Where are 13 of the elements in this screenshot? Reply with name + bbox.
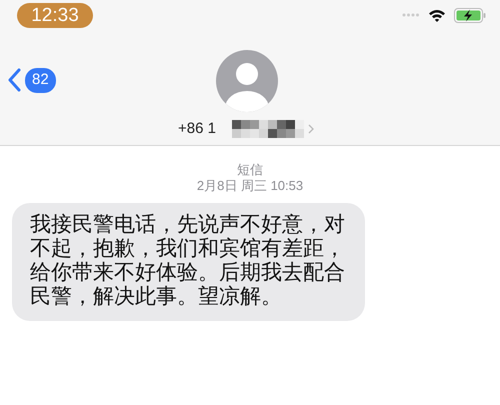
message-service-label: 短信 <box>236 162 264 178</box>
status-time: 12:33 <box>17 2 93 28</box>
message-bubble: 我接民警电话，先说声不好意，对不起，抱歉，我们和宾馆有差距，给你带来不好体验。后期我去配合民警，解决此事。望凉解。 <box>12 202 365 320</box>
back-chevron-icon <box>8 68 21 92</box>
contact-number[interactable]: +86 1 <box>178 118 216 140</box>
wifi-icon <box>428 8 446 22</box>
chevron-right-icon <box>308 124 314 134</box>
signal-icon <box>402 13 420 17</box>
unread-count: 82 <box>25 68 56 92</box>
battery-charging-icon <box>454 8 486 22</box>
contact-avatar-icon[interactable] <box>216 50 278 112</box>
back-button[interactable]: 82 <box>8 68 56 92</box>
message-timestamp: 2月8日 周三 10:53 <box>196 178 304 194</box>
